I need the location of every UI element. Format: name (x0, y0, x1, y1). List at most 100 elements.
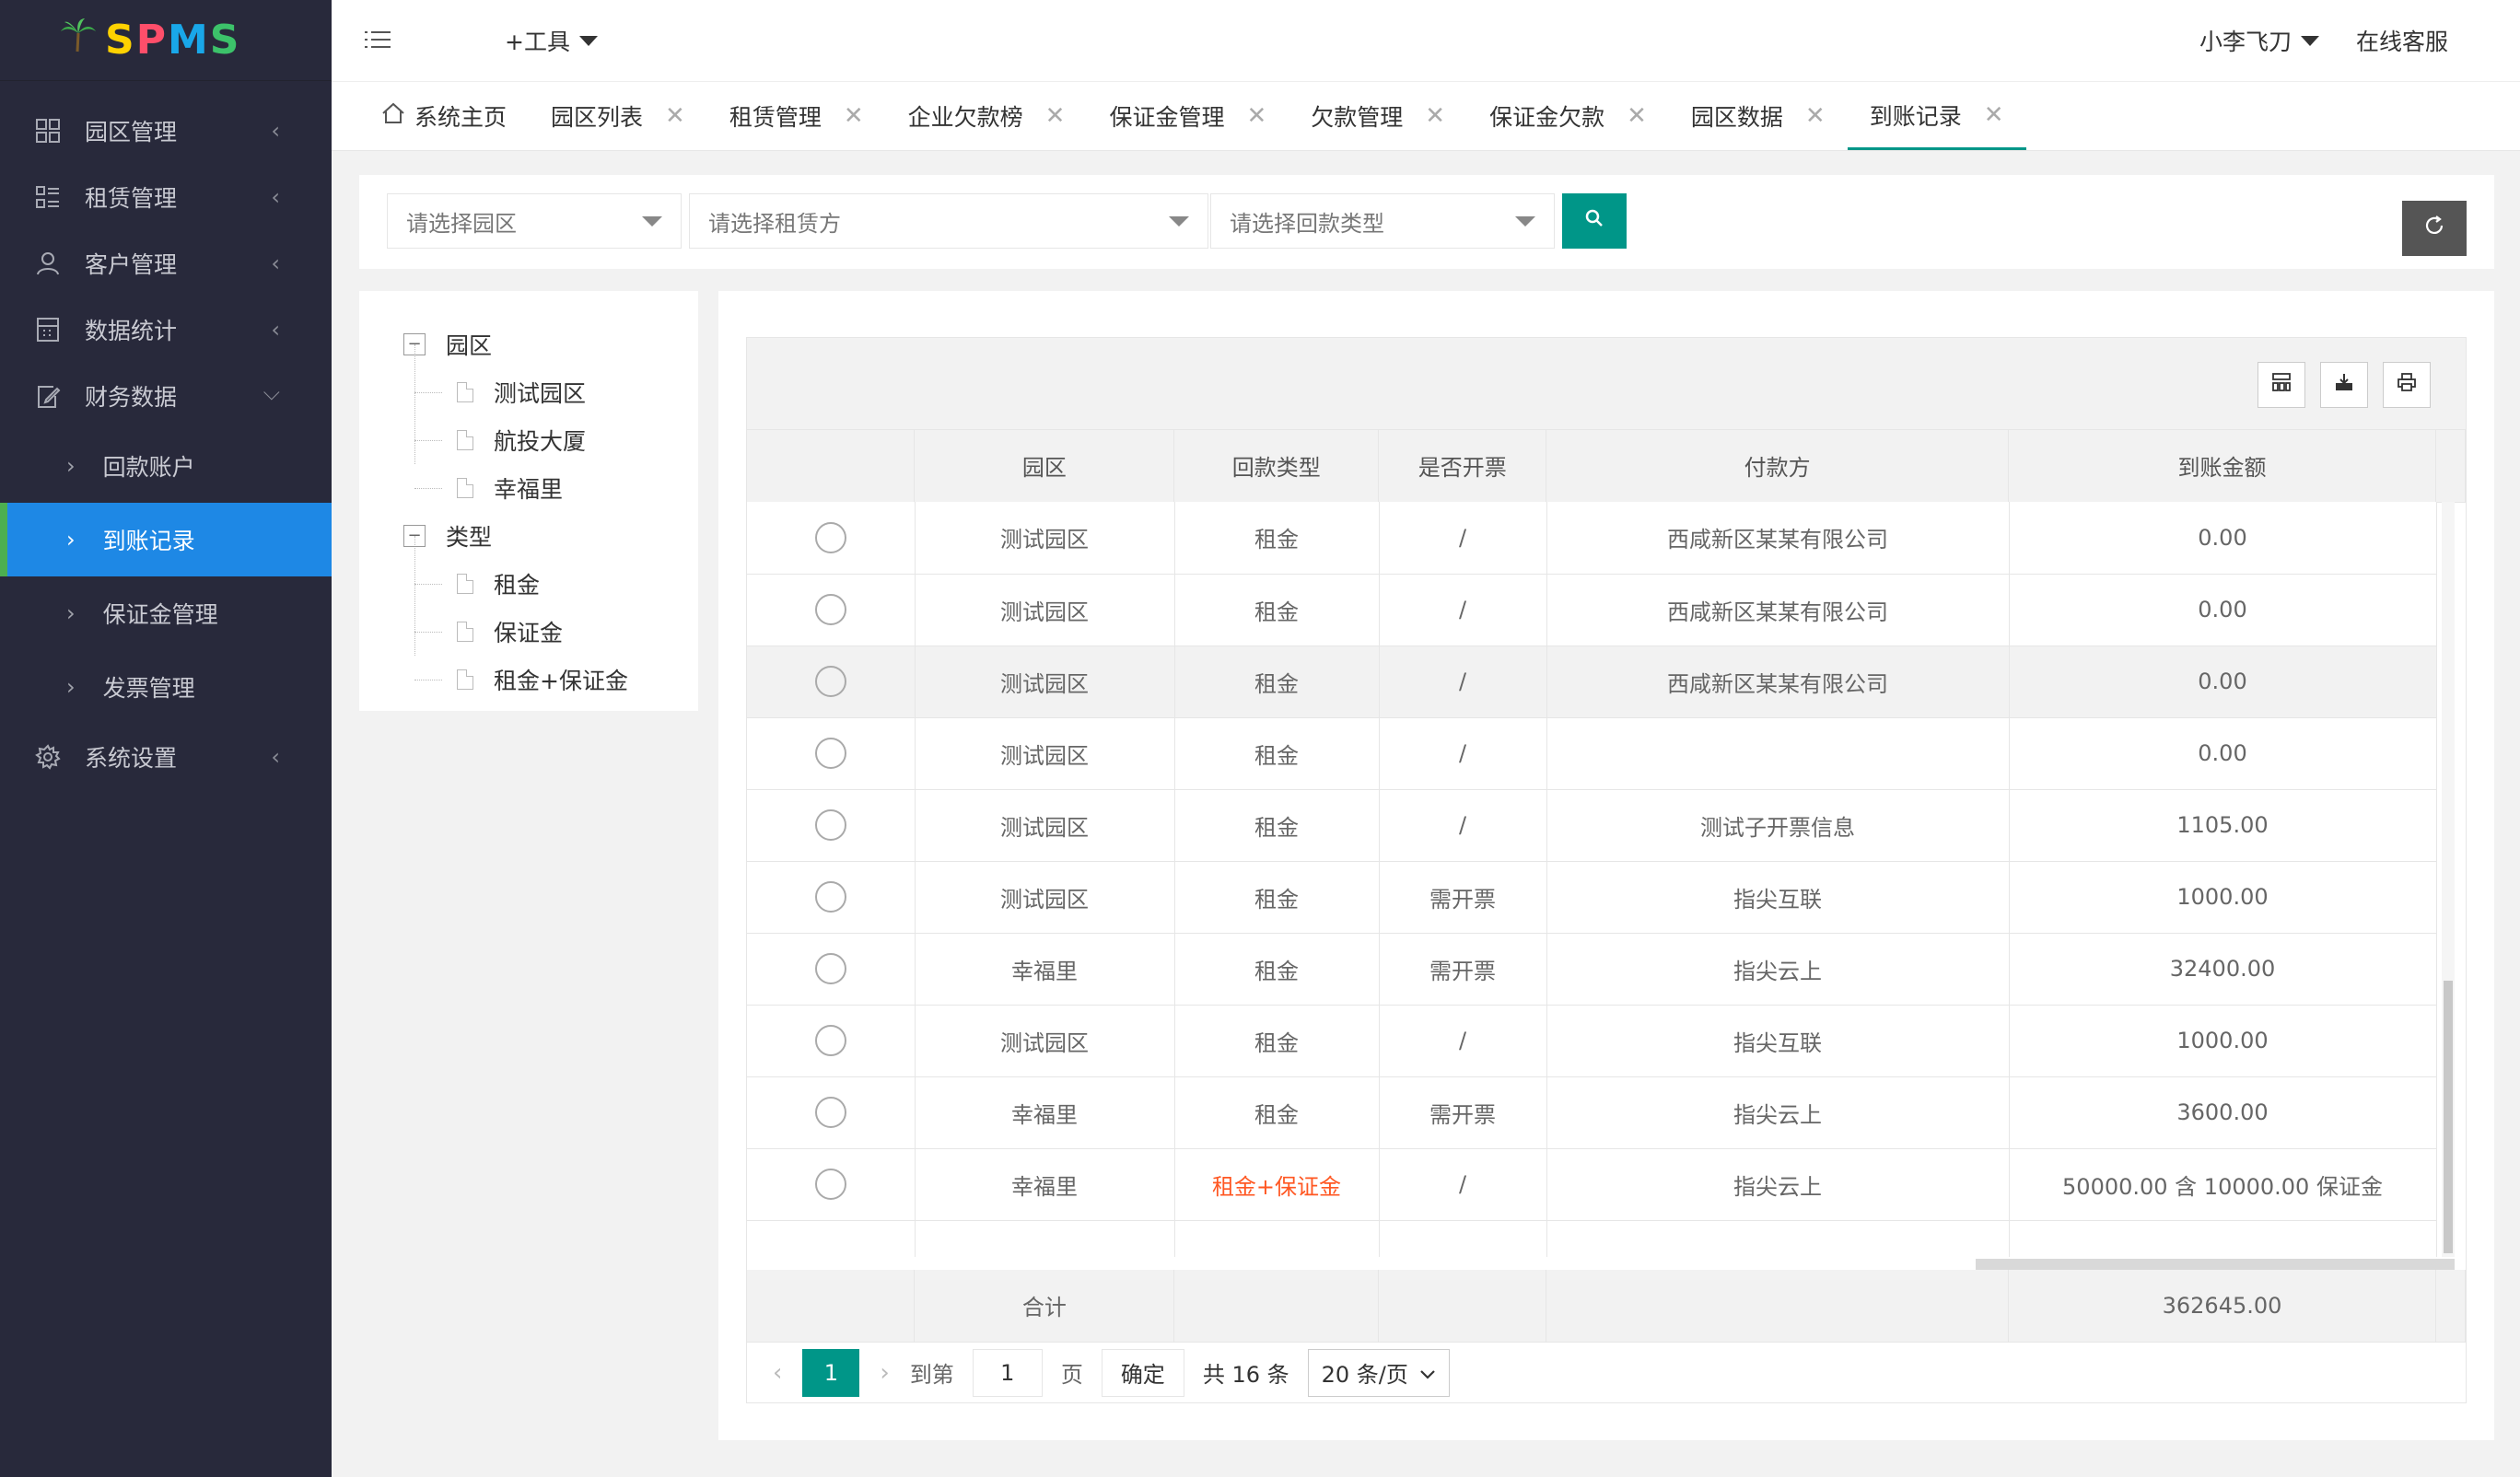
tab-debt-ranking[interactable]: 企业欠款榜 ✕ (886, 82, 1088, 150)
row-radio[interactable] (814, 521, 846, 553)
collapse-icon[interactable]: − (403, 525, 426, 547)
table-row[interactable] (747, 1220, 2437, 1257)
collapse-icon[interactable]: − (403, 333, 426, 355)
table-row[interactable]: 测试园区 租金 / 西咸新区某某有限公司 0.00 (747, 574, 2437, 646)
tab-deposit-debt[interactable]: 保证金欠款 ✕ (1467, 82, 1669, 150)
tab-park-list[interactable]: 园区列表 ✕ (529, 82, 707, 150)
tree-leaf[interactable]: 测试园区 (359, 368, 698, 416)
next-page-icon[interactable]: › (880, 1359, 889, 1387)
tab-home[interactable]: 系统主页 (359, 82, 529, 150)
table-row[interactable]: 测试园区 租金 / 测试子开票信息 1105.00 (747, 789, 2437, 862)
vertical-scrollbar[interactable] (2442, 502, 2455, 1257)
caret-down-icon (1169, 216, 1189, 227)
park-select[interactable]: 请选择园区 (387, 193, 682, 249)
list-icon (33, 182, 63, 212)
tab-lease-management[interactable]: 租赁管理 ✕ (707, 82, 886, 150)
close-icon[interactable]: ✕ (1805, 102, 1826, 130)
goto-page-input[interactable] (972, 1348, 1043, 1397)
chevron-left-icon: ‹ (271, 317, 280, 343)
row-radio[interactable] (814, 666, 846, 697)
close-icon[interactable]: ✕ (1246, 102, 1266, 130)
table-row[interactable]: 幸福里 租金 需开票 指尖云上 32400.00 (747, 933, 2437, 1006)
sidebar-subitem-label: 到账记录 (102, 528, 195, 554)
refresh-button[interactable] (2402, 201, 2467, 256)
tab-debt-management[interactable]: 欠款管理 ✕ (1289, 82, 1467, 150)
export-icon (2334, 372, 2354, 398)
columns-filter-button[interactable] (2258, 362, 2305, 408)
row-radio[interactable] (814, 738, 846, 769)
row-radio[interactable] (814, 809, 846, 841)
confirm-page-button[interactable]: 确定 (1101, 1348, 1184, 1397)
column-header-amount[interactable]: 到账金额 (2008, 430, 2436, 503)
export-button[interactable] (2320, 362, 2368, 408)
tab-deposit-management[interactable]: 保证金管理 ✕ (1087, 82, 1289, 150)
user-menu[interactable]: 小李飞刀 (2199, 24, 2319, 57)
row-radio[interactable] (814, 1025, 846, 1056)
page-number-current[interactable]: 1 (802, 1348, 860, 1397)
sidebar-item-settings[interactable]: 系统设置 ‹ (0, 724, 332, 790)
print-button[interactable] (2383, 362, 2431, 408)
scrollbar-thumb[interactable] (2444, 981, 2453, 1253)
payment-type-select[interactable]: 请选择回款类型 (1210, 193, 1555, 249)
column-header-payment-type[interactable]: 回款类型 (1173, 430, 1380, 503)
tree-leaf[interactable]: 保证金 (359, 608, 698, 656)
close-icon[interactable]: ✕ (665, 102, 685, 130)
column-header-invoice[interactable]: 是否开票 (1378, 430, 1547, 503)
table-row[interactable]: 幸福里 租金 需开票 指尖云上 3600.00 (747, 1076, 2437, 1149)
sidebar-item-customer-management[interactable]: 客户管理 ‹ (0, 230, 332, 297)
row-radio[interactable] (814, 594, 846, 625)
close-icon[interactable]: ✕ (844, 102, 864, 130)
sidebar-item-finance[interactable]: 财务数据 ⌵ (0, 363, 332, 429)
cell-amount: 0.00 (2009, 502, 2437, 575)
sidebar-subitem-label: 回款账户 (102, 454, 195, 481)
row-radio[interactable] (814, 1097, 846, 1128)
column-header-park[interactable]: 园区 (914, 430, 1175, 503)
row-select (747, 1076, 916, 1149)
sidebar-item-park-management[interactable]: 园区管理 ‹ (0, 98, 332, 164)
total-amount: 362645.00 (2008, 1270, 2436, 1343)
online-support-link[interactable]: 在线客服 (2356, 24, 2448, 57)
sidebar-item-lease-management[interactable]: 租赁管理 ‹ (0, 164, 332, 230)
tree-node-park[interactable]: − 园区 (359, 320, 698, 368)
table-row[interactable]: 幸福里 租金+保证金 / 指尖云上 50000.00 含 10000.00 保证… (747, 1148, 2437, 1221)
tab-park-data[interactable]: 园区数据 ✕ (1669, 82, 1848, 150)
tree-node-type[interactable]: − 类型 (359, 512, 698, 560)
cell-amount: 3600.00 (2009, 1076, 2437, 1149)
row-radio[interactable] (814, 1169, 846, 1200)
close-icon[interactable]: ✕ (1045, 102, 1066, 130)
tree-leaf[interactable]: 航投大厦 (359, 416, 698, 464)
table-body: 测试园区 租金 / 西咸新区某某有限公司 0.00 测试园区 租金 / 西咸新区… (747, 502, 2466, 1257)
sidebar-subitem-invoice-management[interactable]: › 发票管理 (0, 650, 332, 724)
tab-label: 园区列表 (551, 104, 644, 131)
cell-payment-type: 租金 (1174, 574, 1380, 646)
table-row[interactable]: 测试园区 租金 / 西咸新区某某有限公司 0.00 (747, 502, 2437, 575)
menu-toggle-icon[interactable] (365, 26, 420, 56)
horizontal-scrollbar[interactable] (1976, 1259, 2455, 1270)
tree-leaf[interactable]: 幸福里 (359, 464, 698, 512)
tree-leaf[interactable]: 租金+保证金 (359, 656, 698, 704)
column-header-payer[interactable]: 付款方 (1546, 430, 2010, 503)
table-row[interactable]: 测试园区 租金 需开票 指尖互联 1000.00 (747, 861, 2437, 934)
row-radio[interactable] (814, 881, 846, 913)
sidebar-item-statistics[interactable]: 数据统计 ‹ (0, 297, 332, 363)
search-button[interactable] (1562, 193, 1627, 249)
sidebar-subitem-deposit-management[interactable]: › 保证金管理 (0, 576, 332, 650)
row-radio[interactable] (814, 953, 846, 984)
tab-receipt-records[interactable]: 到账记录 ✕ (1847, 82, 2026, 150)
sidebar-item-label: 财务数据 (85, 384, 178, 411)
tree-leaf[interactable]: 租金 (359, 560, 698, 608)
page-size-select[interactable]: 20 条/页 (1307, 1348, 1450, 1397)
table-row[interactable]: 测试园区 租金 / 西咸新区某某有限公司 0.00 (747, 645, 2437, 718)
prev-page-icon[interactable]: ‹ (773, 1359, 782, 1387)
close-icon[interactable]: ✕ (1627, 102, 1647, 130)
sidebar-subitem-payment-accounts[interactable]: › 回款账户 (0, 429, 332, 503)
table-row[interactable]: 测试园区 租金 / 0.00 (747, 717, 2437, 790)
chevron-left-icon: ‹ (271, 744, 280, 770)
close-icon[interactable]: ✕ (1425, 102, 1445, 130)
sidebar-subitem-receipt-records[interactable]: › 到账记录 (0, 503, 332, 576)
close-icon[interactable]: ✕ (1984, 101, 2004, 129)
cell-amount: 1000.00 (2009, 861, 2437, 934)
table-row[interactable]: 测试园区 租金 / 指尖互联 1000.00 (747, 1005, 2437, 1077)
tools-menu[interactable]: +工具 (505, 24, 598, 57)
lessor-select[interactable]: 请选择租赁方 (689, 193, 1208, 249)
